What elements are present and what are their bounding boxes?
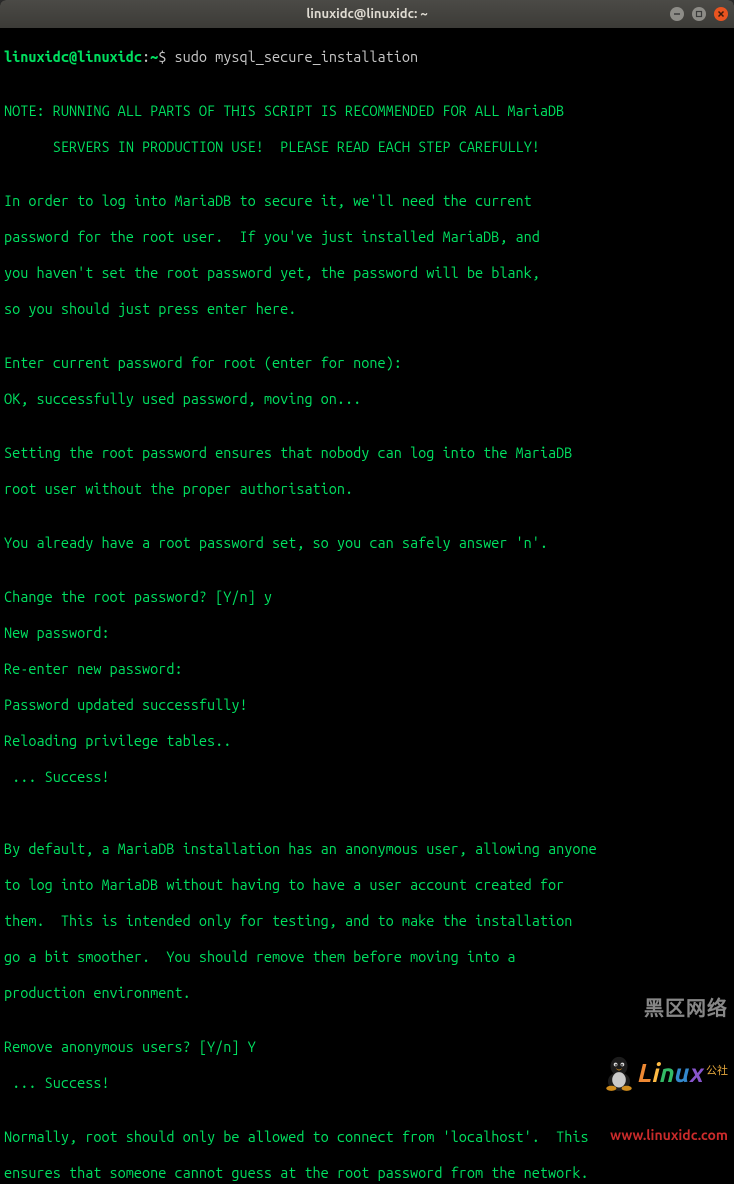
terminal-output-line: password for the root user. If you've ju… [4, 228, 730, 246]
terminal-output-line: ... Success! [4, 768, 730, 786]
typed-command: sudo mysql_secure_installation [175, 48, 419, 65]
terminal-output-line: Change the root password? [Y/n] y [4, 588, 730, 606]
terminal-output-line: root user without the proper authorisati… [4, 480, 730, 498]
prompt-colon: : [142, 48, 150, 65]
terminal-output-line: you haven't set the root password yet, t… [4, 264, 730, 282]
close-icon [717, 10, 725, 18]
terminal-output-line: New password: [4, 624, 730, 642]
close-button[interactable] [714, 7, 728, 21]
prompt-line-1: linuxidc@linuxidc:~$ sudo mysql_secure_i… [4, 48, 730, 66]
terminal-output-line: Password updated successfully! [4, 696, 730, 714]
prompt-user-host: linuxidc@linuxidc [4, 48, 142, 65]
minimize-icon [673, 10, 681, 18]
terminal-window: linuxidc@linuxidc: ~ linuxidc@linuxidc:~… [0, 0, 734, 1184]
terminal-output-line: NOTE: RUNNING ALL PARTS OF THIS SCRIPT I… [4, 102, 730, 120]
terminal-output-line: Reloading privilege tables.. [4, 732, 730, 750]
terminal-output-line: You already have a root password set, so… [4, 534, 730, 552]
minimize-button[interactable] [670, 7, 684, 21]
terminal-output-line: to log into MariaDB without having to ha… [4, 876, 730, 894]
terminal-output-line: them. This is intended only for testing,… [4, 912, 730, 930]
window-titlebar[interactable]: linuxidc@linuxidc: ~ [0, 0, 734, 28]
terminal-output-line: Enter current password for root (enter f… [4, 354, 730, 372]
terminal-output-line: By default, a MariaDB installation has a… [4, 840, 730, 858]
terminal-body[interactable]: linuxidc@linuxidc:~$ sudo mysql_secure_i… [0, 28, 734, 1184]
window-title: linuxidc@linuxidc: ~ [0, 7, 734, 21]
terminal-output-line: In order to log into MariaDB to secure i… [4, 192, 730, 210]
terminal-output-line: go a bit smoother. You should remove the… [4, 948, 730, 966]
terminal-output-line: production environment. [4, 984, 730, 1002]
terminal-output-line: OK, successfully used password, moving o… [4, 390, 730, 408]
maximize-icon [695, 10, 703, 18]
terminal-output-line: so you should just press enter here. [4, 300, 730, 318]
terminal-output-line: Remove anonymous users? [Y/n] Y [4, 1038, 730, 1056]
maximize-button[interactable] [692, 7, 706, 21]
terminal-output-line: ... Success! [4, 1074, 730, 1092]
terminal-output-line: Setting the root password ensures that n… [4, 444, 730, 462]
window-controls [670, 7, 728, 21]
prompt-dollar: $ [158, 48, 174, 65]
terminal-output-line: SERVERS IN PRODUCTION USE! PLEASE READ E… [4, 138, 730, 156]
terminal-output-line: ensures that someone cannot guess at the… [4, 1164, 730, 1182]
terminal-output-line: Normally, root should only be allowed to… [4, 1128, 730, 1146]
terminal-output-line: Re-enter new password: [4, 660, 730, 678]
